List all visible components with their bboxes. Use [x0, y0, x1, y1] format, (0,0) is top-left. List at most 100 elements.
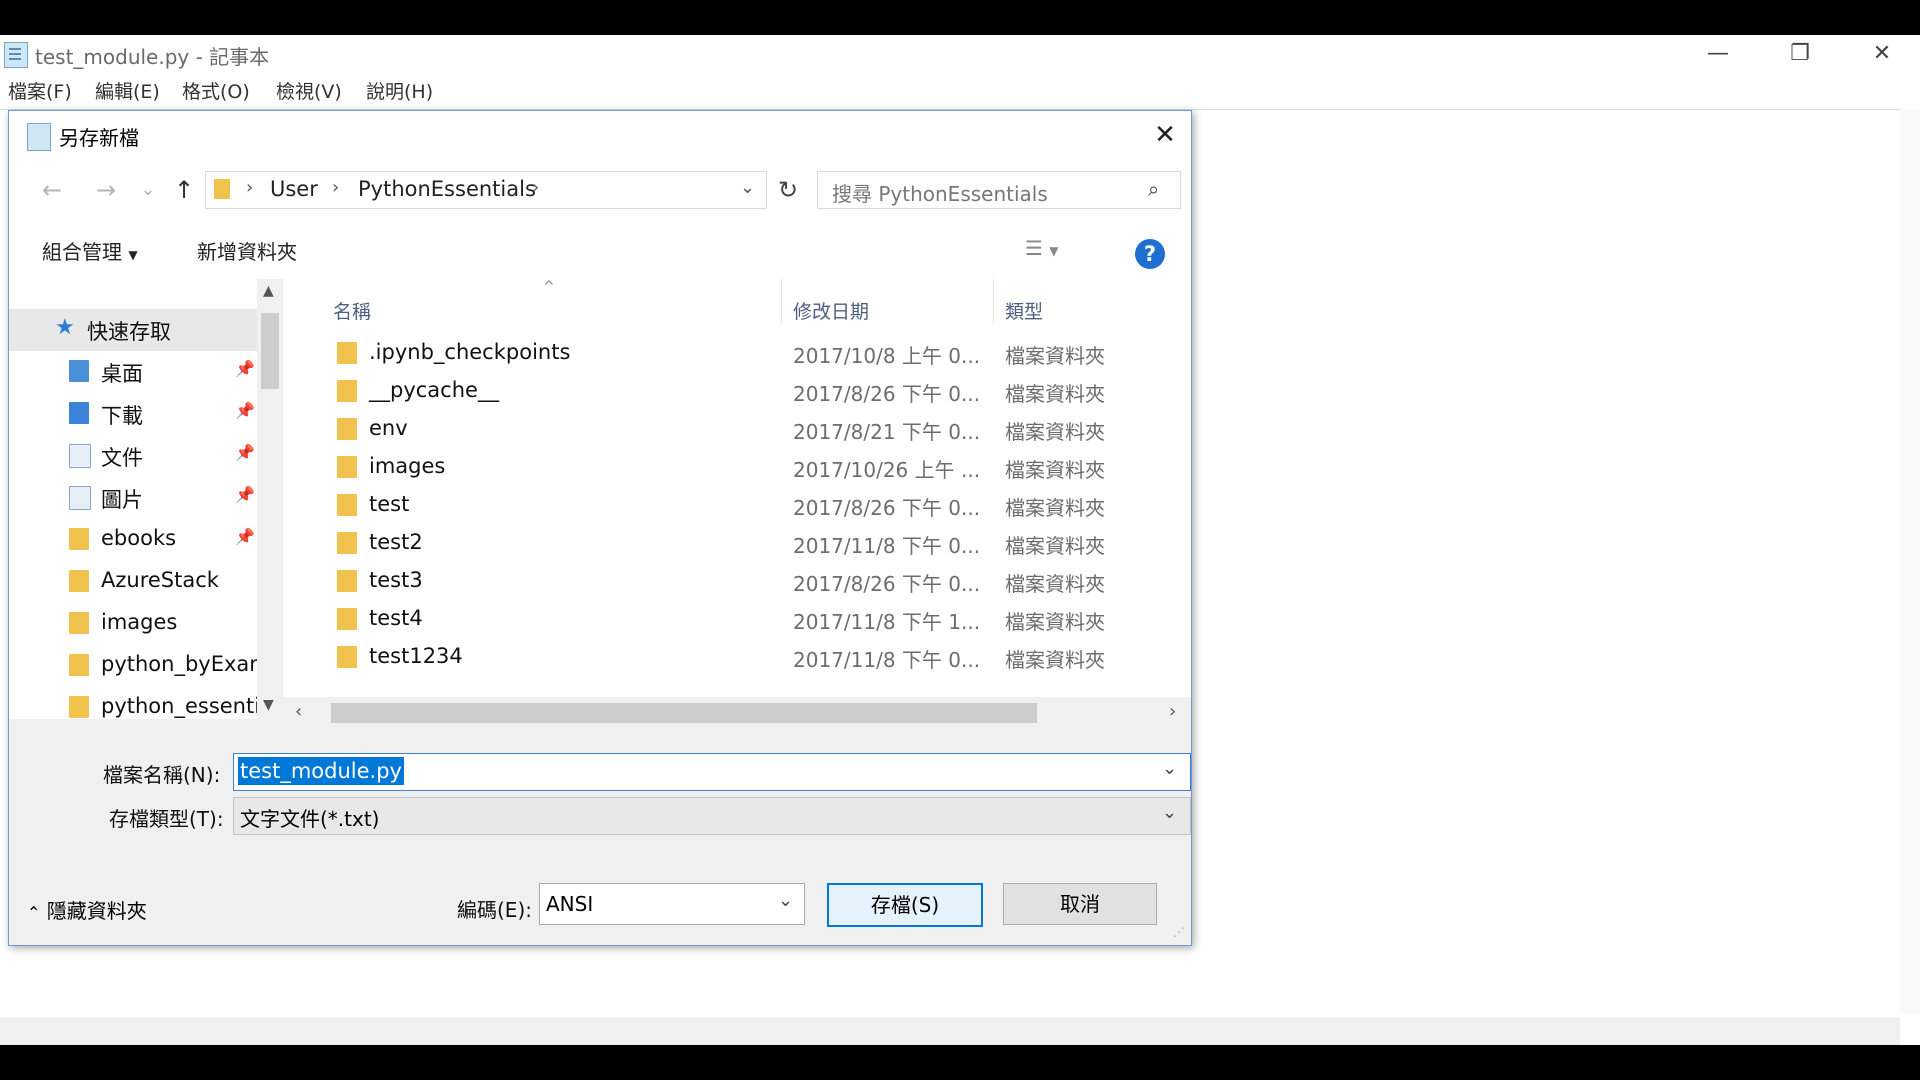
table-row[interactable]: images 2017/10/26 上午 ... 檔案資料夾 [283, 448, 1191, 486]
nav-item-python-byexam[interactable]: python_byExam [9, 645, 270, 687]
file-date: 2017/11/8 下午 0... [793, 534, 981, 558]
scrollbar-thumb[interactable] [331, 703, 1037, 723]
scroll-down-icon[interactable]: ▼ [263, 697, 274, 713]
back-arrow-icon[interactable]: ← [37, 175, 67, 205]
search-icon[interactable]: ⌕ [1148, 177, 1159, 201]
file-date: 2017/8/26 下午 0... [793, 572, 981, 596]
hide-folders-toggle[interactable]: ⌃ 隱藏資料夾 [27, 895, 147, 924]
star-icon: ★ [55, 315, 75, 340]
nav-item-desktop[interactable]: 桌面 📌 [9, 351, 257, 393]
save-button[interactable]: 存檔(S) [827, 883, 983, 927]
table-row[interactable]: test 2017/8/26 下午 0... 檔案資料夾 [283, 486, 1191, 524]
chevron-right-icon: › [246, 177, 254, 198]
folder-icon [337, 570, 357, 592]
filename-input[interactable]: test_module.py [238, 757, 404, 785]
organize-button[interactable]: 組合管理 ▼ [42, 236, 138, 265]
nav-item-python-essentials[interactable]: python_essentia [9, 687, 257, 719]
column-header-type[interactable]: 類型 [1005, 297, 1043, 324]
file-type: 檔案資料夾 [1005, 610, 1105, 634]
resize-grip-icon[interactable]: ⋰ [1173, 925, 1185, 939]
forward-arrow-icon[interactable]: → [91, 175, 121, 205]
up-arrow-icon[interactable]: ↑ [169, 175, 199, 205]
chevron-down-icon[interactable]: ⌄ [778, 890, 793, 911]
new-folder-button[interactable]: 新增資料夾 [197, 236, 297, 265]
scroll-right-icon[interactable]: › [1169, 701, 1176, 722]
nav-item-label: 文件 [101, 446, 143, 470]
chevron-down-icon[interactable]: ⌄ [1162, 802, 1177, 823]
nav-item-quick-access[interactable]: ★ 快速存取 [9, 309, 257, 351]
column-divider[interactable] [781, 279, 782, 323]
file-type: 檔案資料夾 [1005, 344, 1105, 368]
scroll-left-icon[interactable]: ‹ [295, 701, 302, 722]
nav-item-documents[interactable]: 文件 📌 [9, 435, 257, 477]
refresh-icon[interactable]: ↻ [773, 175, 803, 205]
filetype-select[interactable]: 文字文件(*.txt) ⌄ [233, 797, 1191, 835]
recent-locations-icon[interactable]: ⌄ [133, 175, 163, 205]
menu-help[interactable]: 說明(H) [366, 77, 433, 104]
cancel-button[interactable]: 取消 [1003, 883, 1157, 925]
nav-item-downloads[interactable]: 下載 📌 [9, 393, 257, 435]
documents-icon [69, 444, 91, 468]
save-dialog-icon [27, 123, 51, 151]
nav-pane-scrollbar[interactable]: ▲ ▼ [257, 279, 283, 719]
sort-ascending-icon: ^ [543, 279, 555, 295]
menu-view[interactable]: 檢視(V) [276, 77, 342, 104]
breadcrumb-pythonessentials[interactable]: PythonEssentials [358, 177, 536, 201]
nav-item-pictures[interactable]: 圖片 📌 [9, 477, 257, 519]
menu-edit[interactable]: 編輯(E) [95, 77, 160, 104]
help-icon[interactable]: ? [1135, 239, 1165, 269]
view-options-icon[interactable]: ☰ ▼ [1025, 236, 1059, 260]
column-header-name[interactable]: 名稱 [333, 297, 371, 324]
file-list: 名稱 ^ 修改日期 類型 .ipynb_checkpoints 2017/10/… [283, 279, 1191, 729]
table-row[interactable]: test4 2017/11/8 下午 1... 檔案資料夾 [283, 600, 1191, 638]
filename-field[interactable]: test_module.py ⌄ [233, 753, 1191, 791]
search-input[interactable]: 搜尋 PythonEssentials [832, 178, 1048, 207]
nav-item-label: 桌面 [101, 362, 143, 386]
file-name: test4 [369, 606, 423, 630]
file-list-horizontal-scrollbar[interactable]: ‹ › [283, 697, 1191, 729]
scroll-up-icon[interactable]: ▲ [263, 283, 274, 299]
breadcrumb-user[interactable]: User [270, 177, 318, 201]
folder-icon [69, 696, 89, 718]
file-date: 2017/8/21 下午 0... [793, 420, 981, 444]
file-name: images [369, 454, 446, 478]
scrollbar-thumb[interactable] [261, 313, 279, 389]
nav-item-images[interactable]: images [9, 603, 257, 645]
table-row[interactable]: test3 2017/8/26 下午 0... 檔案資料夾 [283, 562, 1191, 600]
maximize-button[interactable]: ❐ [1760, 35, 1840, 72]
table-row[interactable]: test1234 2017/11/8 下午 0... 檔案資料夾 [283, 638, 1191, 676]
column-header-date[interactable]: 修改日期 [793, 297, 869, 324]
encoding-label: 編碼(E): [457, 898, 532, 922]
filetype-value: 文字文件(*.txt) [240, 807, 380, 831]
table-row[interactable]: env 2017/8/21 下午 0... 檔案資料夾 [283, 410, 1191, 448]
folder-icon [69, 528, 89, 550]
editor-horizontal-scrollbar[interactable] [0, 1017, 1900, 1045]
folder-icon [337, 646, 357, 668]
file-name: test3 [369, 568, 423, 592]
table-row[interactable]: .ipynb_checkpoints 2017/10/8 上午 0... 檔案資… [283, 334, 1191, 372]
menu-format[interactable]: 格式(O) [182, 77, 250, 104]
folder-icon [214, 179, 230, 199]
encoding-select[interactable]: ANSI ⌄ [539, 883, 805, 925]
folder-icon [337, 494, 357, 516]
search-box[interactable]: 搜尋 PythonEssentials ⌕ [817, 171, 1181, 209]
chevron-down-icon[interactable]: ⌄ [1162, 758, 1177, 779]
minimize-button[interactable]: — [1678, 35, 1758, 72]
file-date: 2017/10/8 上午 0... [793, 344, 981, 368]
close-button[interactable]: ✕ [1842, 35, 1920, 72]
chevron-down-icon[interactable]: ⌄ [740, 177, 755, 198]
address-bar[interactable]: › User › PythonEssentials › ⌄ [205, 171, 767, 209]
nav-item-azurestack[interactable]: AzureStack [9, 561, 257, 603]
nav-item-label: python_essentia [101, 694, 257, 718]
table-row[interactable]: test2 2017/11/8 下午 0... 檔案資料夾 [283, 524, 1191, 562]
table-row[interactable]: __pycache__ 2017/8/26 下午 0... 檔案資料夾 [283, 372, 1191, 410]
notepad-title: test_module.py - 記事本 [35, 45, 270, 69]
editor-vertical-scrollbar[interactable] [1900, 109, 1920, 1014]
nav-item-ebooks[interactable]: ebooks 📌 [9, 519, 257, 561]
encoding-value: ANSI [546, 892, 594, 916]
dialog-close-button[interactable]: ✕ [1145, 117, 1185, 153]
chevron-up-icon: ⌃ [27, 903, 41, 922]
column-divider[interactable] [993, 279, 994, 323]
filename-label: 檔案名稱(N): [103, 763, 221, 787]
menu-file[interactable]: 檔案(F) [8, 77, 72, 104]
